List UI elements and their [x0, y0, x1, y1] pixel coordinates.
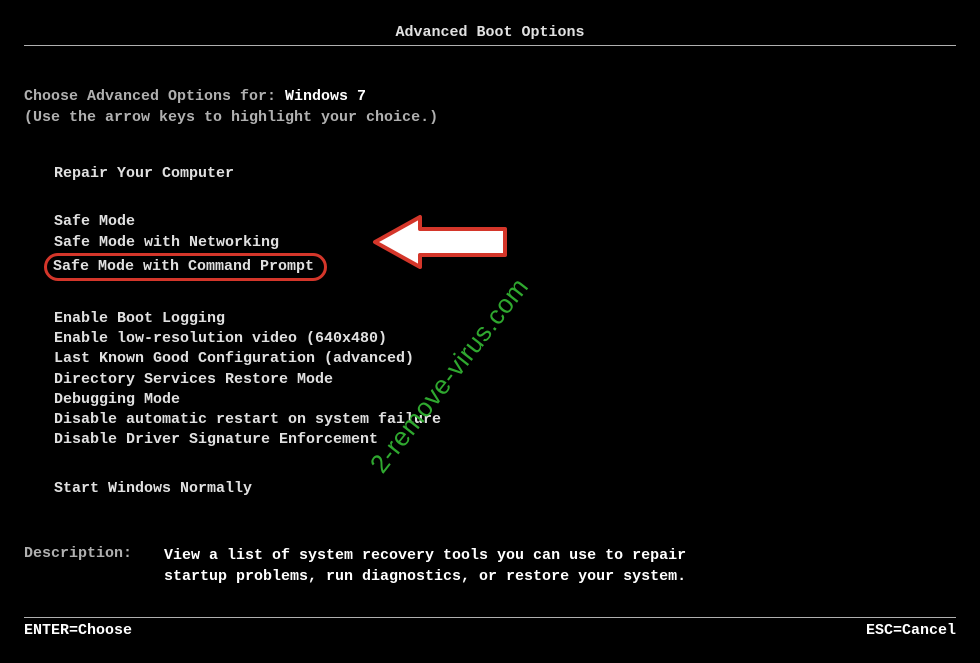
option-dsrm[interactable]: Directory Services Restore Mode: [50, 370, 337, 390]
option-safe-mode[interactable]: Safe Mode: [50, 212, 139, 232]
option-safe-mode-cmd[interactable]: Safe Mode with Command Prompt: [44, 253, 327, 281]
boot-options-screen: Advanced Boot Options Choose Advanced Op…: [0, 0, 980, 663]
footer-bar: ENTER=Choose ESC=Cancel: [24, 622, 956, 639]
option-last-known-good[interactable]: Last Known Good Configuration (advanced): [50, 349, 418, 369]
divider-top: [24, 45, 956, 46]
option-start-normally[interactable]: Start Windows Normally: [50, 479, 256, 499]
instruction-prefix: Choose Advanced Options for:: [24, 88, 285, 105]
description-label: Description:: [24, 545, 164, 587]
footer-enter: ENTER=Choose: [24, 622, 132, 639]
instruction-line: Choose Advanced Options for: Windows 7: [24, 86, 956, 107]
instruction-hint: (Use the arrow keys to highlight your ch…: [24, 107, 956, 128]
option-safe-mode-networking[interactable]: Safe Mode with Networking: [50, 233, 283, 253]
option-disable-driver-sig[interactable]: Disable Driver Signature Enforcement: [50, 430, 382, 450]
description-text: View a list of system recovery tools you…: [164, 545, 724, 587]
description-block: Description: View a list of system recov…: [24, 545, 956, 587]
footer-esc: ESC=Cancel: [866, 622, 956, 639]
annotation-arrow-icon: [365, 207, 525, 282]
option-disable-auto-restart[interactable]: Disable automatic restart on system fail…: [50, 410, 445, 430]
option-low-res[interactable]: Enable low-resolution video (640x480): [50, 329, 391, 349]
option-debugging[interactable]: Debugging Mode: [50, 390, 184, 410]
screen-title: Advanced Boot Options: [24, 24, 956, 41]
divider-bottom: [24, 617, 956, 618]
option-boot-logging[interactable]: Enable Boot Logging: [50, 309, 229, 329]
option-repair[interactable]: Repair Your Computer: [50, 164, 238, 184]
os-name: Windows 7: [285, 88, 366, 105]
